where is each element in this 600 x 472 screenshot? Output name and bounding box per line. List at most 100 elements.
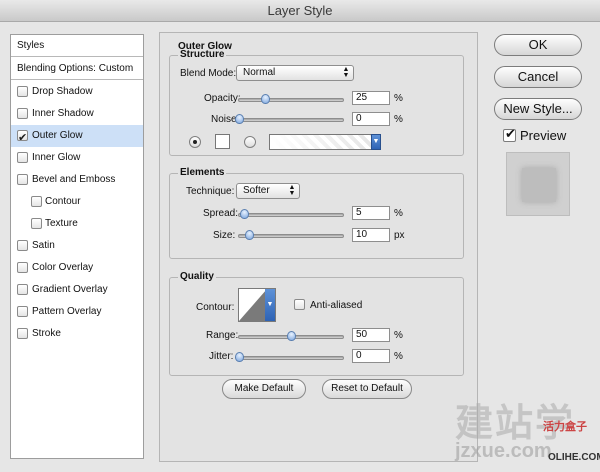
spread-label: Spread: — [203, 208, 239, 219]
select-arrows-icon: ▲ ▼ — [342, 66, 350, 79]
watermark-brand-url: OLIHE.COM — [548, 452, 600, 463]
style-item-outer-glow[interactable]: Outer Glow — [11, 125, 143, 149]
style-checkbox[interactable] — [31, 218, 42, 229]
noise-field[interactable]: 0 — [352, 112, 390, 126]
style-item-label: Bevel and Emboss — [32, 174, 116, 185]
style-item-pattern-overlay[interactable]: Pattern Overlay — [11, 301, 143, 323]
style-item-color-overlay[interactable]: Color Overlay — [11, 257, 143, 279]
opacity-unit: % — [394, 93, 403, 104]
size-slider[interactable] — [238, 230, 344, 240]
size-label: Size: — [213, 230, 236, 241]
make-default-button[interactable]: Make Default — [222, 379, 306, 399]
style-item-label: Texture — [45, 218, 78, 229]
cancel-button[interactable]: Cancel — [494, 66, 582, 88]
noise-unit: % — [394, 114, 403, 125]
style-item-texture[interactable]: Texture — [11, 213, 143, 235]
quality-title: Quality — [178, 271, 216, 282]
style-checkbox[interactable] — [17, 174, 28, 185]
style-item-label: Outer Glow — [32, 130, 83, 141]
style-checkbox[interactable] — [17, 108, 28, 119]
style-item-gradient-overlay[interactable]: Gradient Overlay — [11, 279, 143, 301]
style-item-satin[interactable]: Satin — [11, 235, 143, 257]
noise-slider-thumb[interactable] — [235, 114, 244, 124]
spread-unit: % — [394, 208, 403, 219]
watermark-brand: 活力盒子 — [543, 421, 587, 433]
structure-group: Structure Blend Mode: Normal ▲ ▼ Opacity:… — [169, 49, 464, 156]
opacity-label: Opacity: — [204, 93, 241, 104]
technique-label: Technique: — [186, 186, 235, 197]
style-item-label: Contour — [45, 196, 81, 207]
opacity-slider-thumb[interactable] — [261, 94, 270, 104]
window-title: Layer Style — [267, 3, 333, 18]
solid-color-radio[interactable] — [189, 136, 201, 148]
watermark-url: jzxue.com — [455, 440, 552, 462]
blend-mode-label: Blend Mode: — [180, 68, 237, 79]
style-checkbox[interactable] — [17, 284, 28, 295]
contour-picker[interactable]: ▼ — [238, 288, 276, 322]
spread-field[interactable]: 5 — [352, 206, 390, 220]
style-item-stroke[interactable]: Stroke — [11, 323, 143, 345]
gradient-dropdown-icon[interactable]: ▼ — [371, 134, 381, 150]
style-item-label: Satin — [32, 240, 55, 251]
ok-button[interactable]: OK — [494, 34, 582, 56]
style-item-drop-shadow[interactable]: Drop Shadow — [11, 81, 143, 103]
noise-slider[interactable] — [235, 114, 344, 124]
opacity-field[interactable]: 25 — [352, 91, 390, 105]
select-arrows-icon: ▲ ▼ — [288, 184, 296, 197]
blending-options-item[interactable]: Blending Options: Custom — [11, 58, 143, 80]
style-checkbox[interactable] — [17, 127, 28, 149]
style-item-label: Color Overlay — [32, 262, 94, 273]
range-slider[interactable] — [238, 331, 344, 341]
styles-header[interactable]: Styles — [11, 35, 143, 57]
style-item-label: Pattern Overlay — [32, 306, 102, 317]
technique-value: Softer — [243, 185, 270, 196]
anti-aliased-checkbox[interactable] — [294, 299, 305, 310]
preview-swatch — [522, 168, 556, 202]
jitter-unit: % — [394, 351, 403, 362]
style-checkbox[interactable] — [17, 86, 28, 97]
jitter-label: Jitter: — [209, 351, 234, 362]
style-item-label: Stroke — [32, 328, 61, 339]
size-field[interactable]: 10 — [352, 228, 390, 242]
opacity-slider[interactable] — [238, 94, 344, 104]
style-checkbox[interactable] — [17, 240, 28, 251]
contour-label: Contour: — [196, 302, 235, 313]
style-item-contour[interactable]: Contour — [11, 191, 143, 213]
range-field[interactable]: 50 — [352, 328, 390, 342]
jitter-slider-thumb[interactable] — [235, 352, 244, 362]
anti-aliased-label: Anti-aliased — [310, 300, 363, 311]
style-item-label: Inner Shadow — [32, 108, 94, 119]
style-item-inner-glow[interactable]: Inner Glow — [11, 147, 143, 169]
new-style-button[interactable]: New Style... — [494, 98, 582, 120]
style-preview — [506, 152, 570, 216]
window-titlebar: Layer Style — [0, 0, 600, 22]
style-checkbox[interactable] — [31, 196, 42, 207]
glow-gradient-picker[interactable]: ▼ — [269, 134, 381, 150]
gradient-radio[interactable] — [244, 136, 256, 148]
contour-dropdown-icon[interactable]: ▼ — [265, 289, 275, 321]
style-checkbox[interactable] — [17, 306, 28, 317]
styles-header-label: Styles — [17, 40, 45, 51]
elements-group: Elements Technique: Softer ▲ ▼ Spread: 5 … — [169, 167, 464, 259]
jitter-slider[interactable] — [235, 352, 344, 362]
style-item-bevel-and-emboss[interactable]: Bevel and Emboss — [11, 169, 143, 191]
blend-mode-value: Normal — [243, 67, 276, 78]
blend-mode-select[interactable]: Normal ▲ ▼ — [236, 65, 354, 81]
size-slider-thumb[interactable] — [245, 230, 254, 240]
range-unit: % — [394, 330, 403, 341]
glow-color-swatch[interactable] — [215, 134, 230, 149]
styles-list: Styles Blending Options: Custom Drop Sha… — [10, 34, 144, 459]
spread-slider[interactable] — [238, 209, 344, 219]
range-slider-thumb[interactable] — [287, 331, 296, 341]
style-item-inner-shadow[interactable]: Inner Shadow — [11, 103, 143, 125]
style-checkbox[interactable] — [17, 328, 28, 339]
jitter-field[interactable]: 0 — [352, 349, 390, 363]
technique-select[interactable]: Softer ▲ ▼ — [236, 183, 300, 199]
structure-title: Structure — [178, 49, 227, 60]
quality-group: Quality Contour: ▼ Anti-aliased Range: 5… — [169, 271, 464, 376]
reset-to-default-button[interactable]: Reset to Default — [322, 379, 412, 399]
spread-slider-thumb[interactable] — [240, 209, 249, 219]
style-checkbox[interactable] — [17, 152, 28, 163]
preview-checkbox[interactable] — [503, 126, 516, 142]
style-checkbox[interactable] — [17, 262, 28, 273]
